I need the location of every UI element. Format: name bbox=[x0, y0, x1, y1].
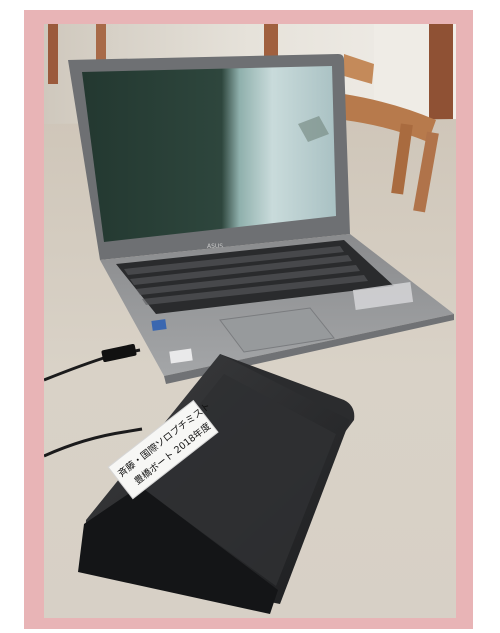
laptop-screen bbox=[82, 66, 336, 242]
door-frame-left bbox=[48, 24, 58, 84]
door-frame bbox=[96, 24, 106, 64]
photo-scene: ASUS 斉藤・国際ソロプチミスト 豊橋ボート 2018年度 bbox=[44, 24, 456, 618]
intel-sticker bbox=[151, 319, 167, 331]
photo: ASUS 斉藤・国際ソロプチミスト 豊橋ボート 2018年度 bbox=[44, 24, 456, 618]
